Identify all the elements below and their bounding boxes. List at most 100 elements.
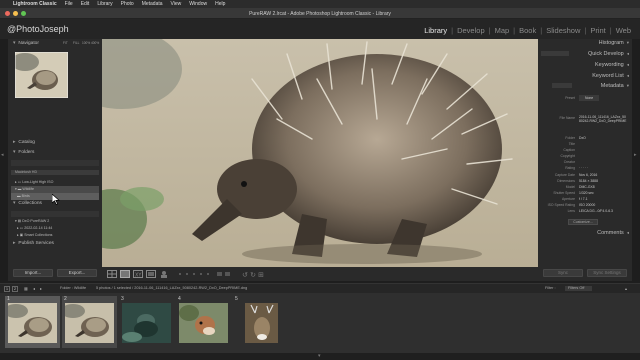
menu-help[interactable]: Help <box>215 1 225 7</box>
filmstrip-thumbnail[interactable]: 3 <box>119 296 174 348</box>
nav-mode-100[interactable]: 100% <box>82 41 90 45</box>
expand-triangle-icon: ◂ <box>626 230 629 235</box>
echidna-photo <box>102 39 538 267</box>
menu-library[interactable]: Library <box>97 1 112 7</box>
menu-file[interactable]: File <box>65 1 73 7</box>
loupe-view[interactable] <box>102 39 538 267</box>
deer-thumbnail <box>179 303 228 343</box>
filmstrip-toggle-icon[interactable]: ▾ <box>318 353 321 359</box>
module-separator: | <box>609 26 612 35</box>
menu-app-name[interactable]: Lightroom Classic <box>13 1 57 7</box>
selection-status: 5 photos / 1 selected / 2016-11-06_11141… <box>96 286 248 290</box>
file-name-field[interactable]: 2016-11-06_111416_LAZxx_5080242-RW2_DxO_… <box>579 115 627 123</box>
right-panel-toggle-icon[interactable]: ▸ <box>634 152 637 158</box>
collapse-triangle-icon: ▾ <box>13 201 16 206</box>
module-separator: | <box>513 26 516 35</box>
rotate-icons[interactable]: ↺ ↻ ⊞ <box>242 270 272 278</box>
menu-bar: Lightroom Classic File Edit Library Phot… <box>0 0 640 8</box>
sync-button[interactable]: Sync <box>543 269 583 277</box>
source-breadcrumb[interactable]: Folder : Wildlife <box>60 286 86 290</box>
filmstrip-thumbnail[interactable]: 4 <box>176 296 231 348</box>
collection-item[interactable]: ▸ ▣ Smart Collections <box>11 232 99 239</box>
collapse-triangle-icon: ▾ <box>13 150 16 155</box>
quick-develop-header[interactable]: Quick Develop ◂ <box>588 51 629 57</box>
loupe-view-icon[interactable] <box>120 270 130 278</box>
module-library[interactable]: Library <box>423 26 448 35</box>
catalog-header[interactable]: ▸ Catalog <box>8 139 102 147</box>
filter-label: Filter : <box>545 286 556 290</box>
filter-preset-select[interactable]: Filters Off <box>565 286 593 291</box>
collections-filter-bar[interactable] <box>11 211 99 217</box>
folder-item[interactable]: ▾ ▬ Wildlife <box>11 186 99 193</box>
metadata-view-select[interactable] <box>552 83 572 88</box>
nav-mode-fill[interactable]: FILL <box>73 41 79 45</box>
module-separator: | <box>540 26 543 35</box>
module-book[interactable]: Book <box>518 26 537 35</box>
rating-field[interactable]: · · · · · <box>579 165 588 171</box>
filmstrip-thumbnail[interactable]: 2 <box>62 296 117 348</box>
folder-item[interactable]: ▸ ▭ Low-Light High ISO <box>11 179 99 186</box>
metadata-header[interactable]: Metadata ▾ <box>601 83 629 89</box>
filmstrip-expand-icon[interactable]: ▴ <box>625 286 627 291</box>
export-button[interactable]: Export... <box>57 269 97 277</box>
quick-develop-preset-select[interactable] <box>541 51 569 56</box>
collection-item[interactable]: ▸ ▭ 2022-02-14 11:44 <box>11 225 99 232</box>
comments-header[interactable]: Comments ◂ <box>597 230 629 236</box>
window-title: PureRAW 2.lrcat - Adobe Photoshop Lightr… <box>249 11 391 17</box>
sync-settings-button[interactable]: Sync Settings <box>587 269 627 277</box>
expand-triangle-icon: ▸ <box>13 140 16 145</box>
page-1-button[interactable]: 1 <box>4 286 10 292</box>
module-print[interactable]: Print <box>589 26 606 35</box>
expand-triangle-icon: ◂ <box>626 62 629 67</box>
svg-text:XY: XY <box>135 273 142 279</box>
collapse-triangle-icon: ▾ <box>626 40 629 45</box>
collections-header[interactable]: ▾ Collections <box>8 200 102 208</box>
collapse-triangle-icon: ▾ <box>626 83 629 88</box>
module-map[interactable]: Map <box>494 26 511 35</box>
menu-metadata[interactable]: Metadata <box>142 1 163 7</box>
bottom-edge: ▾ <box>0 353 640 360</box>
keywording-header[interactable]: Keywording ◂ <box>595 62 629 68</box>
menu-photo[interactable]: Photo <box>121 1 134 7</box>
volume-macintosh-hd[interactable]: Macintosh HD <box>11 170 99 175</box>
page-2-button[interactable]: 2 <box>12 286 18 292</box>
grid-view-icon[interactable] <box>107 270 117 278</box>
publish-services-header[interactable]: ▸ Publish Services <box>8 240 102 248</box>
module-picker: Library | Develop | Map | Book | Slidesh… <box>423 26 632 35</box>
identity-plate: @PhotoJoseph <box>7 24 69 34</box>
navigator-preview[interactable] <box>15 52 68 98</box>
nav-mode-fit[interactable]: FIT <box>63 41 68 45</box>
survey-view-icon[interactable] <box>146 270 156 278</box>
filmstrip-thumbnail[interactable]: 5 <box>233 296 283 348</box>
import-button[interactable]: Import... <box>13 269 53 277</box>
folder-icon: ▬ <box>15 194 22 198</box>
echidna-thumbnail <box>65 303 114 343</box>
people-view-icon[interactable] <box>159 270 169 278</box>
module-separator: | <box>488 26 491 35</box>
module-develop[interactable]: Develop <box>456 26 486 35</box>
expand-triangle-icon: ◂ <box>626 73 629 78</box>
collection-item[interactable]: ▾ ▤ DxO PureRAW 2 <box>11 218 99 225</box>
forward-arrow-icon[interactable]: ▸ <box>40 286 42 291</box>
metadata-preset-select[interactable]: None <box>579 95 600 101</box>
svg-text:↺ ↻ ⊞: ↺ ↻ ⊞ <box>242 271 264 278</box>
menu-view[interactable]: View <box>171 1 182 7</box>
rating-stars-icon[interactable] <box>177 271 237 277</box>
module-slideshow[interactable]: Slideshow <box>545 26 581 35</box>
customize-button[interactable]: Customize... <box>568 219 598 225</box>
filmstrip-thumbnail[interactable]: 1 <box>5 296 60 348</box>
grid-icon[interactable]: ▦ <box>24 286 28 291</box>
nav-mode-400[interactable]: 400% <box>91 41 99 45</box>
folders-header[interactable]: ▾ Folders <box>8 149 102 157</box>
keyword-list-header[interactable]: Keyword List ◂ <box>592 73 629 79</box>
module-web[interactable]: Web <box>615 26 632 35</box>
left-panel-toggle-icon[interactable]: ◂ <box>1 152 4 158</box>
metadata-row: Lens LEICA DG...0/F4.0-6.3 <box>567 209 613 213</box>
metadata-row: File Name 2016-11-06_111416_LAZxx_508024… <box>559 115 627 124</box>
menu-edit[interactable]: Edit <box>81 1 90 7</box>
back-arrow-icon[interactable]: ◂ <box>33 286 35 291</box>
menu-window[interactable]: Window <box>189 1 207 7</box>
folder-filter-bar[interactable] <box>11 160 99 166</box>
compare-view-icon[interactable]: XY <box>133 270 143 278</box>
histogram-header[interactable]: Histogram ▾ <box>599 40 629 46</box>
